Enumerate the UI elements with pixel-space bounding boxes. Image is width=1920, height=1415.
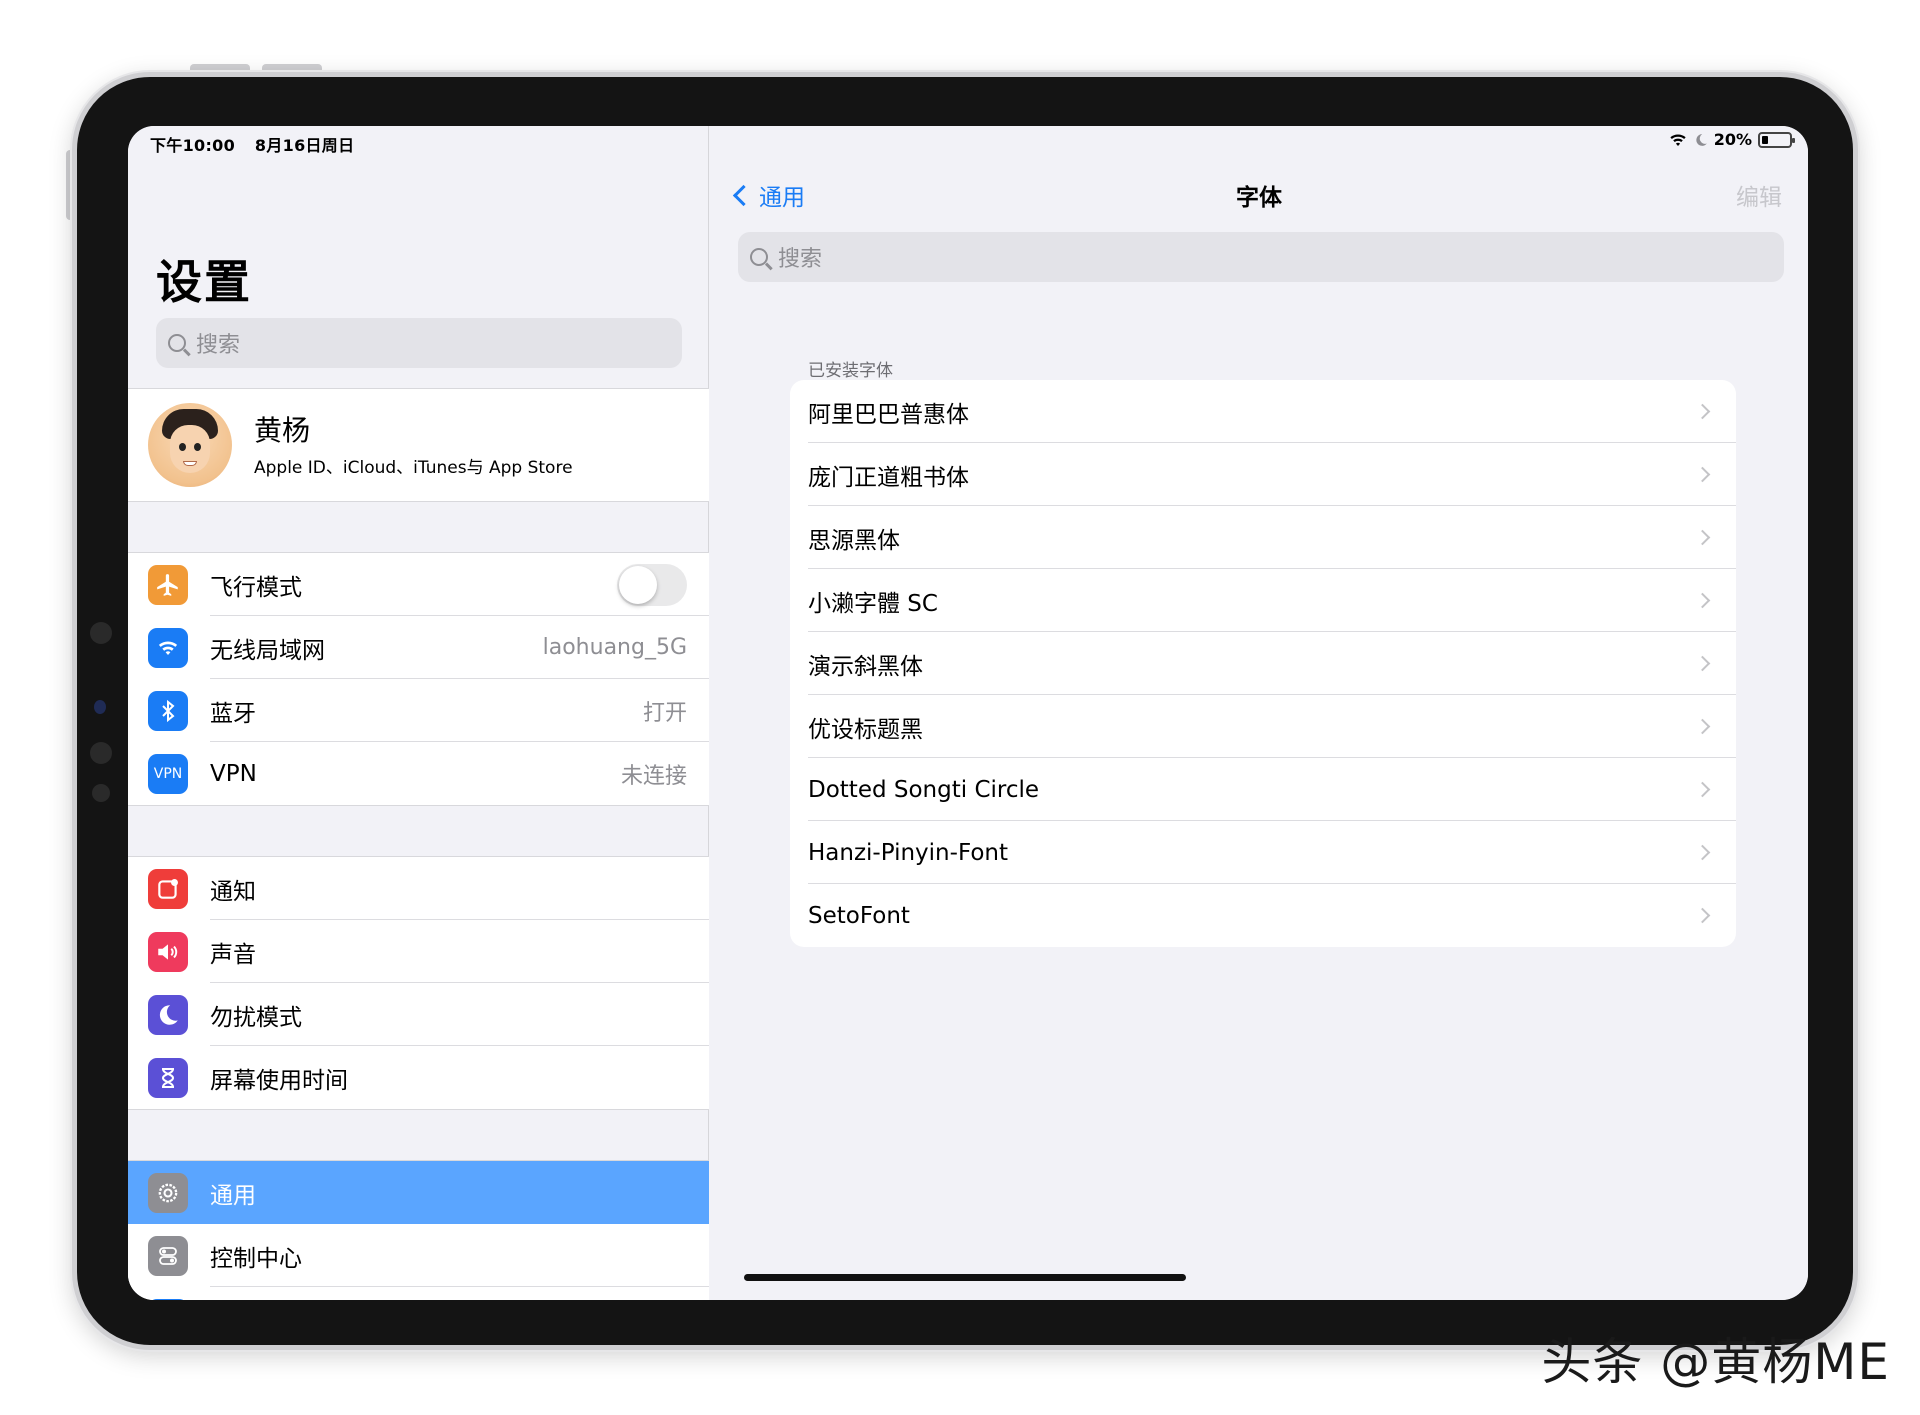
watermark: 头条 @黄杨ME xyxy=(1541,1333,1890,1391)
bluetooth-icon xyxy=(148,690,188,731)
chevron-right-icon xyxy=(1694,844,1711,861)
font-name: Dotted Songti Circle xyxy=(808,776,1040,803)
sidebar-item-control-center[interactable]: 控制中心 xyxy=(128,1224,709,1287)
search-icon xyxy=(168,334,186,352)
sidebar-item-label: 屏幕使用时间 xyxy=(210,1067,348,1094)
search-placeholder: 搜索 xyxy=(778,247,823,272)
search-icon xyxy=(750,248,768,266)
status-bar-left: 下午10:00 8月16日周日 xyxy=(150,132,368,156)
font-name: Hanzi-Pinyin-Font xyxy=(808,839,1009,866)
sidebar-item-label: 蓝牙 xyxy=(210,700,256,727)
font-name: 庞门正道粗书体 xyxy=(808,464,969,491)
font-item[interactable]: 思源黑体 xyxy=(790,506,1736,569)
section-header: 已安装字体 xyxy=(808,361,893,381)
chevron-right-icon xyxy=(1694,655,1711,672)
moon-status-icon xyxy=(1696,133,1707,146)
general-group: 通用 控制中心 xyxy=(128,1160,709,1300)
connectivity-group: 飞行模式 无线局域网 laohuang_5G 蓝牙 打开 VPN VPN 未连接 xyxy=(128,552,709,806)
sidebar-item-label: 勿扰模式 xyxy=(210,1004,302,1031)
status-time: 下午10:00 xyxy=(150,136,236,155)
gear-icon xyxy=(148,1172,188,1213)
sidebar-item-label: 飞行模式 xyxy=(210,574,302,601)
battery-percent: 20% xyxy=(1713,130,1752,149)
status-date: 8月16日周日 xyxy=(254,136,355,155)
fonts-search-input[interactable]: 搜索 xyxy=(738,232,1784,282)
chevron-right-icon xyxy=(1694,529,1711,546)
vpn-status-value: 未连接 xyxy=(620,763,687,789)
control-center-icon xyxy=(148,1235,188,1276)
battery-icon xyxy=(1758,131,1795,148)
home-indicator[interactable] xyxy=(744,1274,1186,1281)
sidebar-item-label: 控制中心 xyxy=(210,1245,302,1272)
font-item[interactable]: Hanzi-Pinyin-Font xyxy=(790,821,1736,884)
sensor-dot-2 xyxy=(92,784,110,802)
hourglass-icon xyxy=(148,1057,188,1098)
sidebar-item-label: 无线局域网 xyxy=(210,637,325,664)
font-item[interactable]: SetoFont xyxy=(790,884,1736,947)
sensor-dot-1 xyxy=(90,742,112,764)
sidebar-search-input[interactable]: 搜索 xyxy=(156,318,682,368)
notifications-icon xyxy=(148,868,188,909)
sidebar-item-label: 通知 xyxy=(210,878,256,905)
wifi-network-value: laohuang_5G xyxy=(542,635,687,660)
edit-button[interactable]: 编辑 xyxy=(1736,178,1782,212)
font-item[interactable]: 阿里巴巴普惠体 xyxy=(790,380,1736,443)
screen: 下午10:00 8月16日周日 设置 搜索 黄杨 Apple ID、iCloud… xyxy=(128,126,1808,1300)
sidebar-item-label: VPN xyxy=(210,760,257,787)
nav-title: 字体 xyxy=(1236,185,1282,211)
bluetooth-status-value: 打开 xyxy=(642,700,687,726)
vpn-icon: VPN xyxy=(148,753,188,794)
font-name: 小濑字體 SC xyxy=(808,590,938,617)
chevron-right-icon xyxy=(1694,466,1711,483)
status-bar-right: 20% xyxy=(1668,130,1795,149)
search-placeholder: 搜索 xyxy=(196,333,241,358)
settings-sidebar: 下午10:00 8月16日周日 设置 搜索 黄杨 Apple ID、iCloud… xyxy=(128,126,709,1300)
airplane-mode-toggle[interactable] xyxy=(617,563,687,606)
sidebar-item-screen-time[interactable]: 屏幕使用时间 xyxy=(128,1046,709,1109)
installed-fonts-list: 阿里巴巴普惠体 庞门正道粗书体 思源黑体 小濑字體 SC 演示斜黑体 优设标题黑… xyxy=(790,380,1736,947)
font-item[interactable]: 庞门正道粗书体 xyxy=(790,443,1736,506)
sidebar-item-do-not-disturb[interactable]: 勿扰模式 xyxy=(128,983,709,1046)
font-name: 阿里巴巴普惠体 xyxy=(808,401,969,428)
fonts-detail-pane: 20% 通用 字体 编辑 搜索 已安装字体 阿里巴巴普惠体 庞门正道粗书体 思源… xyxy=(710,126,1808,1300)
camera-dot xyxy=(90,622,112,644)
sidebar-item-bluetooth[interactable]: 蓝牙 打开 xyxy=(128,679,709,742)
font-item[interactable]: 小濑字體 SC xyxy=(790,569,1736,632)
camera-lens xyxy=(94,700,106,714)
sidebar-item-partial[interactable] xyxy=(128,1287,709,1300)
font-name: SetoFont xyxy=(808,902,910,929)
display-icon xyxy=(148,1298,188,1300)
profile-subtitle: Apple ID、iCloud、iTunes与 App Store xyxy=(254,458,573,478)
avatar xyxy=(148,403,232,487)
moon-icon xyxy=(148,994,188,1035)
sidebar-item-general[interactable]: 通用 xyxy=(128,1161,709,1224)
font-name: 优设标题黑 xyxy=(808,716,923,743)
chevron-right-icon xyxy=(1694,781,1711,798)
chevron-right-icon xyxy=(1694,907,1711,924)
chevron-right-icon xyxy=(1694,718,1711,735)
font-item[interactable]: 优设标题黑 xyxy=(790,695,1736,758)
page-title: 设置 xyxy=(156,255,252,309)
wifi-icon xyxy=(148,627,188,668)
sidebar-item-sound[interactable]: 声音 xyxy=(128,920,709,983)
sidebar-item-airplane-mode[interactable]: 飞行模式 xyxy=(128,553,709,616)
wifi-status-icon xyxy=(1670,133,1686,146)
font-item[interactable]: Dotted Songti Circle xyxy=(790,758,1736,821)
notifications-group: 通知 声音 勿扰模式 屏幕使用时间 xyxy=(128,856,709,1110)
sidebar-item-label: 通用 xyxy=(210,1182,256,1209)
airplane-icon xyxy=(148,564,188,605)
font-item[interactable]: 演示斜黑体 xyxy=(790,632,1736,695)
chevron-right-icon xyxy=(1694,403,1711,420)
sidebar-item-vpn[interactable]: VPN VPN 未连接 xyxy=(128,742,709,805)
profile-card[interactable]: 黄杨 Apple ID、iCloud、iTunes与 App Store xyxy=(128,388,709,502)
sound-icon xyxy=(148,931,188,972)
chevron-right-icon xyxy=(1694,592,1711,609)
profile-name: 黄杨 xyxy=(254,414,311,447)
font-name: 演示斜黑体 xyxy=(808,653,923,680)
sidebar-item-label: 声音 xyxy=(210,941,256,968)
font-name: 思源黑体 xyxy=(808,527,900,554)
sidebar-item-notifications[interactable]: 通知 xyxy=(128,857,709,920)
sidebar-item-wifi[interactable]: 无线局域网 laohuang_5G xyxy=(128,616,709,679)
